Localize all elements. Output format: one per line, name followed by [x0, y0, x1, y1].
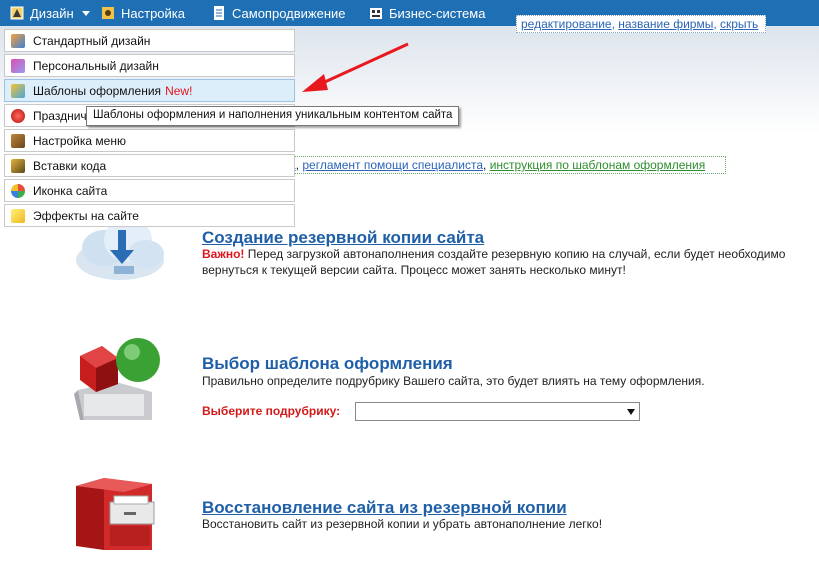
design-dropdown-menu: Стандартный дизайн Персональный дизайн Ш… — [4, 29, 295, 229]
backup-text: Перед загрузкой автонаполнения создайте … — [202, 247, 786, 277]
menu-item-site-effects[interactable]: Эффекты на сайте — [4, 204, 295, 227]
menu-item-templates[interactable]: Шаблоны оформления New! — [4, 79, 295, 102]
chevron-down-icon — [627, 409, 635, 415]
new-badge: New! — [165, 83, 193, 98]
backup-title-link[interactable]: Создание резервной копии сайта — [202, 228, 484, 248]
settings-icon — [101, 5, 115, 21]
menu-item-code-inserts[interactable]: Вставки кода — [4, 154, 295, 177]
topnav-settings-label: Настройка — [121, 5, 185, 21]
edit-link[interactable]: редактирование — [521, 17, 612, 31]
personal-design-icon — [11, 58, 25, 73]
business-icon — [369, 5, 383, 21]
header-links: редактирование, название фирмы, скрыть — [516, 15, 766, 33]
chevron-down-icon — [81, 10, 90, 16]
templates-tooltip: Шаблоны оформления и наполнения уникальн… — [86, 106, 460, 126]
menu-item-label: Эффекты на сайте — [33, 208, 139, 223]
topnav-design-label: Дизайн — [30, 5, 74, 21]
templates-icon — [11, 83, 25, 98]
effects-icon — [11, 208, 25, 223]
menu-item-label: Вставки кода — [33, 158, 107, 173]
page: Дизайн Настройка Самопродвижение Бизнес-… — [0, 0, 819, 567]
template-cubes-illustration — [72, 334, 164, 429]
topnav-design[interactable]: Дизайн — [10, 0, 90, 26]
topnav-settings[interactable]: Настройка — [101, 0, 185, 26]
topnav-self-promotion-label: Самопродвижение — [232, 5, 346, 21]
menu-item-menu-settings[interactable]: Настройка меню — [4, 129, 295, 152]
holiday-icon — [11, 108, 25, 123]
topnav-self-promotion[interactable]: Самопродвижение — [212, 0, 346, 26]
important-label: Важно! — [202, 247, 245, 261]
templates-instruction-link[interactable]: инструкция по шаблонам оформления — [490, 158, 706, 172]
file-cabinet-illustration — [74, 476, 164, 557]
header-links-separator: , — [713, 17, 720, 31]
subcategory-select[interactable] — [355, 402, 640, 421]
backup-description: Важно! Перед загрузкой автонаполнения со… — [202, 246, 814, 278]
menu-item-site-icon[interactable]: Иконка сайта — [4, 179, 295, 202]
help-links-separator: , — [483, 158, 490, 172]
menu-settings-icon — [11, 133, 25, 148]
menu-item-label: Шаблоны оформления — [33, 83, 162, 98]
hide-link[interactable]: скрыть — [720, 17, 758, 31]
restore-title-link[interactable]: Восстановление сайта из резервной копии — [202, 498, 567, 518]
restore-description: Восстановить сайт из резервной копии и у… — [202, 517, 603, 531]
help-links: а, регламент помощи специалиста, инструк… — [288, 156, 726, 174]
subcategory-select-label: Выберите подрубрику: — [202, 404, 341, 418]
menu-item-label: Персональный дизайн — [33, 58, 159, 73]
code-insert-icon — [11, 158, 25, 173]
topnav-business-system-label: Бизнес-система — [389, 5, 486, 21]
menu-item-label: Настройка меню — [33, 133, 126, 148]
topnav-business-system[interactable]: Бизнес-система — [369, 0, 485, 26]
red-arrow-annotation — [302, 42, 409, 92]
company-name-link[interactable]: название фирмы — [618, 17, 713, 31]
template-title: Выбор шаблона оформления — [202, 354, 453, 373]
menu-item-label: Стандартный дизайн — [33, 33, 151, 48]
menu-item-standard-design[interactable]: Стандартный дизайн — [4, 29, 295, 52]
document-icon — [212, 5, 226, 21]
site-icon — [11, 183, 25, 198]
menu-item-label: Иконка сайта — [33, 183, 108, 198]
specialist-help-rules-link[interactable]: регламент помощи специалиста — [302, 158, 483, 172]
menu-item-personal-design[interactable]: Персональный дизайн — [4, 54, 295, 77]
template-description: Правильно определите подрубрику Вашего с… — [202, 374, 705, 388]
standard-design-icon — [11, 33, 25, 48]
design-icon — [10, 5, 24, 21]
